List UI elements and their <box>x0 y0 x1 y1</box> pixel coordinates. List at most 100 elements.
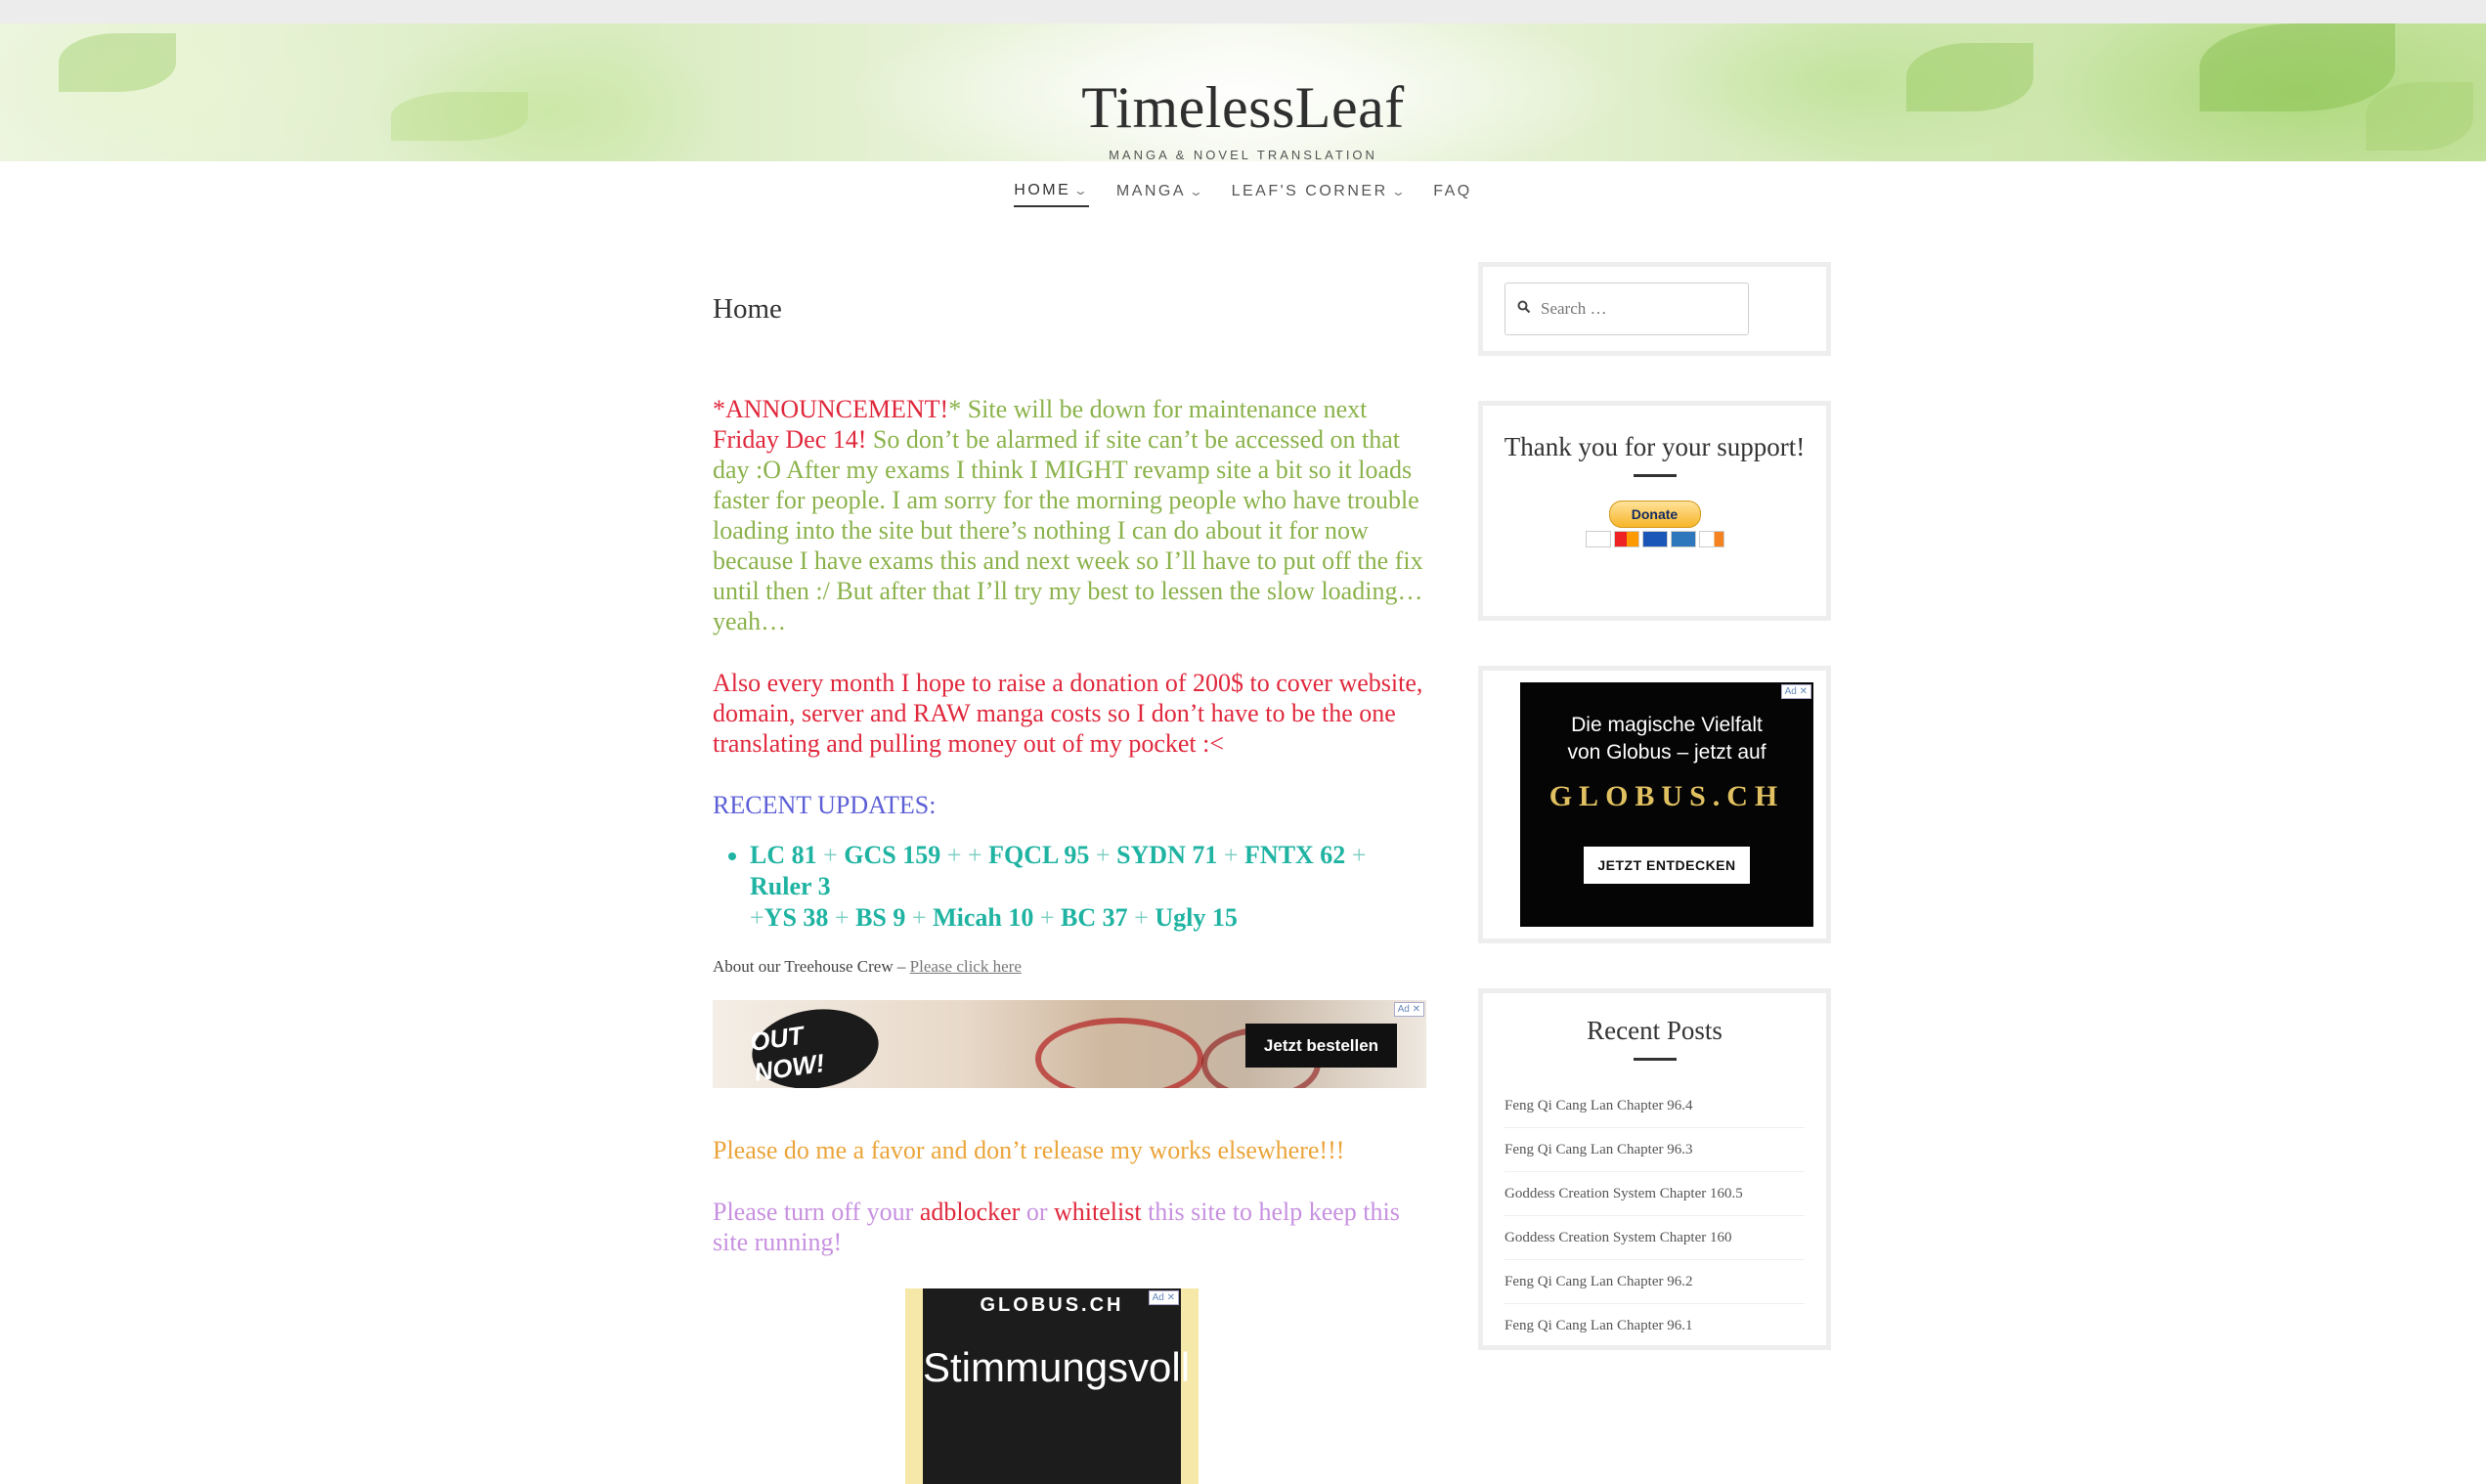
adblock-text: or <box>1020 1198 1054 1226</box>
bottom-ad-headline: Stimmungsvoll <box>923 1344 1191 1390</box>
update-link[interactable]: Micah 10 <box>933 903 1033 932</box>
recent-post-link[interactable]: Feng Qi Cang Lan Chapter 96.3 <box>1505 1128 1805 1172</box>
bottom-ad-brand: GLOBUS.CH <box>980 1294 1124 1316</box>
announcement-label: ANNOUNCEMENT! <box>725 395 949 423</box>
recent-post-link[interactable]: Goddess Creation System Chapter 160.5 <box>1505 1172 1805 1216</box>
update-separator: + <box>1127 903 1156 932</box>
search-input[interactable] <box>1539 298 1738 320</box>
support-widget: Thank you for your support! Donate <box>1478 401 1831 621</box>
nav-label: LEAF'S CORNER <box>1231 183 1388 199</box>
bottom-ad-frame[interactable]: GLOBUS.CH Stimmungsvoll Ad ✕ <box>905 1288 1199 1484</box>
update-separator: + + <box>940 841 989 869</box>
donation-paragraph: Also every month I hope to raise a donat… <box>713 669 1423 758</box>
visa-card-icon <box>1585 531 1611 547</box>
list-item: LC 81 + GCS 159 + + FQCL 95 + SYDN 71 + … <box>750 840 1426 934</box>
paypal-donate: Donate <box>1483 501 1826 547</box>
update-link[interactable]: FNTX 62 <box>1244 841 1345 869</box>
update-link[interactable]: FQCL 95 <box>988 841 1089 869</box>
ad-choices-tag[interactable]: Ad ✕ <box>1393 1002 1424 1017</box>
update-link[interactable]: YS 38 <box>764 903 829 932</box>
ad-line-1: Die magische Vielfalt <box>1571 714 1763 736</box>
update-link[interactable]: Ruler 3 <box>750 872 831 900</box>
adblock-text: Please turn off your <box>713 1198 920 1226</box>
adblock-paragraph: Please turn off your adblocker or whitel… <box>713 1197 1426 1257</box>
search-widget <box>1478 262 1831 356</box>
bottom-ad-container: GLOBUS.CH Stimmungsvoll Ad ✕ <box>713 1288 1426 1484</box>
out-now-badge: OUT NOW! <box>747 1001 884 1088</box>
motorbike-graphic <box>1035 1018 1203 1088</box>
sidebar: Thank you for your support! Donate Die m… <box>1478 262 1831 1395</box>
jetzt-entdecken-button[interactable]: JETZT ENTDECKEN <box>1584 847 1750 884</box>
recent-post-link[interactable]: Feng Qi Cang Lan Chapter 96.4 <box>1505 1084 1805 1128</box>
updates-line-1: LC 81 + GCS 159 + + FQCL 95 + SYDN 71 + … <box>750 841 1366 900</box>
discover-card-icon <box>1698 531 1724 547</box>
update-link[interactable]: Ugly 15 <box>1155 903 1238 932</box>
nav-item-leafs-corner[interactable]: LEAF'S CORNER ⌄ <box>1232 182 1407 207</box>
chevron-down-icon: ⌄ <box>1188 185 1207 198</box>
search-field[interactable] <box>1505 283 1749 335</box>
recent-post-link[interactable]: Feng Qi Cang Lan Chapter 96.1 <box>1505 1304 1805 1348</box>
update-separator: + <box>750 903 764 932</box>
main-content: Home *ANNOUNCEMENT!* Site will be down f… <box>713 264 1426 1484</box>
update-separator: + <box>1345 841 1367 869</box>
site-tagline: MANGA & NOVEL TRANSLATION <box>1109 148 1377 162</box>
update-separator: + <box>1217 841 1245 869</box>
site-title[interactable]: TimelessLeaf <box>0 74 2486 142</box>
recent-posts-list: Feng Qi Cang Lan Chapter 96.4 Feng Qi Can… <box>1505 1084 1805 1348</box>
title-underline <box>1633 474 1677 477</box>
browser-top-bar <box>0 0 2486 23</box>
updates-line-2: YS 38 + BS 9 + Micah 10 + BC 37 + Ugly 1… <box>764 903 1238 932</box>
announcement-text: * Site will be down for maintenance next <box>948 395 1368 423</box>
jetzt-bestellen-button[interactable]: Jetzt bestellen <box>1245 1024 1397 1068</box>
nav-item-faq[interactable]: FAQ <box>1433 182 1472 207</box>
page-title: Home <box>713 293 782 325</box>
about-crew-line: About our Treehouse Crew – Please click … <box>713 957 1426 977</box>
nav-label: FAQ <box>1433 183 1472 199</box>
nav-label: MANGA <box>1115 183 1187 199</box>
update-link[interactable]: BC 37 <box>1061 903 1128 932</box>
update-separator: + <box>1089 841 1117 869</box>
ad-banner[interactable]: OUT NOW! Jetzt bestellen Ad ✕ <box>713 1000 1426 1088</box>
nav-item-home[interactable]: HOME ⌄ <box>1014 182 1089 207</box>
update-link[interactable]: LC 81 <box>750 841 817 869</box>
amex-card-icon <box>1670 531 1696 547</box>
recent-updates-heading: RECENT UPDATES: <box>713 791 937 819</box>
recent-posts-widget: Recent Posts Feng Qi Cang Lan Chapter 96… <box>1478 988 1831 1350</box>
update-separator: + <box>816 841 845 869</box>
search-icon <box>1517 300 1531 319</box>
update-link[interactable]: BS 9 <box>855 903 905 932</box>
ad-choices-tag[interactable]: Ad ✕ <box>1780 684 1811 699</box>
update-separator: + <box>1033 903 1062 932</box>
update-link[interactable]: GCS 159 <box>844 841 940 869</box>
sidebar-ad[interactable]: Die magische Vielfalt von Globus – jetzt… <box>1520 682 1813 927</box>
favor-paragraph: Please do me a favor and don’t release m… <box>713 1136 1345 1164</box>
ad-choices-tag[interactable]: Ad ✕ <box>1148 1290 1179 1305</box>
main-navigation: HOME ⌄ MANGA ⌄ LEAF'S CORNER ⌄ FAQ <box>0 182 2486 207</box>
whitelist-word: whitelist <box>1054 1198 1142 1226</box>
sidebar-ad-widget: Die magische Vielfalt von Globus – jetzt… <box>1478 666 1831 943</box>
update-separator: + <box>828 903 856 932</box>
announcement-text-rest: So don’t be alarmed if site can’t be acc… <box>713 425 1423 635</box>
donate-button[interactable]: Donate <box>1608 501 1701 528</box>
title-underline <box>1633 1058 1677 1061</box>
support-title: Thank you for your support! <box>1504 432 1806 461</box>
about-text: About our Treehouse Crew – <box>713 957 910 976</box>
nav-label: HOME <box>1014 182 1071 198</box>
update-separator: + <box>905 903 934 932</box>
nav-item-manga[interactable]: MANGA ⌄ <box>1116 182 1204 207</box>
announcement-date: Friday Dec 14! <box>713 425 867 454</box>
adblocker-word: adblocker <box>919 1198 1021 1226</box>
bottom-ad[interactable]: GLOBUS.CH Stimmungsvoll Ad ✕ <box>923 1288 1191 1484</box>
recent-posts-title: Recent Posts <box>1587 1016 1723 1045</box>
chevron-down-icon: ⌄ <box>1390 185 1410 198</box>
recent-updates-list: LC 81 + GCS 159 + + FQCL 95 + SYDN 71 + … <box>750 840 1426 934</box>
chevron-down-icon: ⌄ <box>1073 184 1092 197</box>
recent-post-link[interactable]: Goddess Creation System Chapter 160 <box>1505 1216 1805 1260</box>
payment-cards <box>1585 531 1724 547</box>
maestro-card-icon <box>1641 531 1668 547</box>
update-link[interactable]: SYDN 71 <box>1116 841 1217 869</box>
globus-logo: GLOBUS.CH <box>1548 780 1785 812</box>
recent-post-link[interactable]: Feng Qi Cang Lan Chapter 96.2 <box>1505 1260 1805 1304</box>
ad-line-2: von Globus – jetzt auf <box>1567 741 1766 764</box>
please-click-here-link[interactable]: Please click here <box>910 957 1022 976</box>
